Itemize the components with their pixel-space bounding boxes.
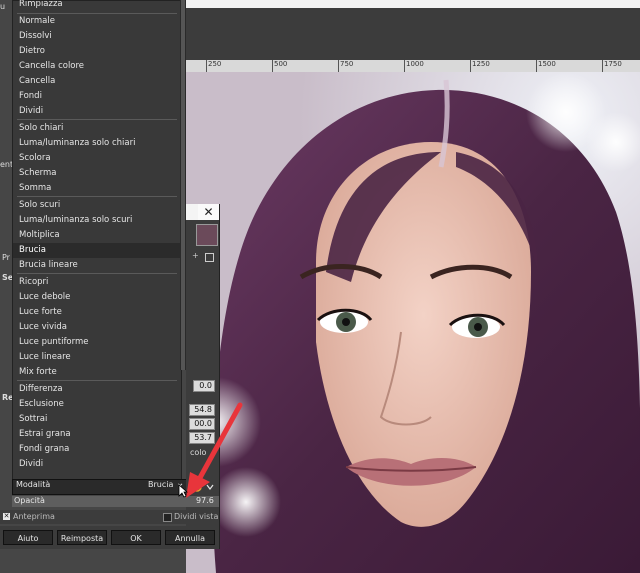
menu-item[interactable]: Dividi: [13, 457, 181, 472]
ruler-tick-label: 500: [274, 60, 288, 68]
menu-item[interactable]: Esclusione: [13, 397, 181, 412]
image-canvas[interactable]: [186, 72, 640, 573]
menu-separator: [17, 119, 177, 120]
numeric-field[interactable]: 0.0: [193, 380, 215, 392]
layer-thumbnail: [196, 224, 218, 246]
menu-item[interactable]: Luce puntiforme: [13, 335, 181, 350]
menu-item[interactable]: Estrai grana: [13, 427, 181, 442]
opacity-label: Opacità: [14, 496, 45, 505]
reset-button[interactable]: Reimposta: [57, 530, 107, 545]
menu-item[interactable]: Solo chiari: [13, 121, 181, 136]
ruler-tick-line: [404, 60, 405, 72]
menu-item[interactable]: Luce forte: [13, 305, 181, 320]
menu-item[interactable]: Luce lineare: [13, 350, 181, 365]
ruler-tick-label: 1750: [604, 60, 622, 68]
portrait-image: [186, 72, 640, 573]
ghost-label: u: [0, 2, 6, 11]
toolbar-strip: [186, 8, 640, 60]
split-view-checkbox[interactable]: [163, 513, 172, 522]
menu-item[interactable]: Mix forte: [13, 365, 181, 380]
ok-button[interactable]: OK: [111, 530, 161, 545]
menu-item[interactable]: Luce vivida: [13, 320, 181, 335]
menu-item[interactable]: Sottrai: [13, 412, 181, 427]
ruler-tick-label: 250: [208, 60, 222, 68]
menu-item[interactable]: Scherma: [13, 166, 181, 181]
menu-item[interactable]: Rimpiazza: [13, 0, 181, 12]
preview-label: Anteprima: [13, 512, 55, 521]
ruler-tick-line: [338, 60, 339, 72]
menu-item[interactable]: Dietro: [13, 44, 181, 59]
image-window-top: [186, 0, 640, 8]
menu-item[interactable]: Brucia lineare: [13, 258, 181, 273]
ruler-tick-line: [470, 60, 471, 72]
cancel-button[interactable]: Annulla: [165, 530, 215, 545]
menu-item[interactable]: Solo scuri: [13, 198, 181, 213]
plus-icon[interactable]: +: [192, 252, 200, 260]
menu-separator: [17, 273, 177, 274]
ruler-tick-line: [206, 60, 207, 72]
menu-item[interactable]: Ricopri: [13, 275, 181, 290]
layer-mode-icon[interactable]: [205, 253, 214, 262]
preview-checkbox[interactable]: ✕: [3, 513, 10, 520]
menu-item-selected[interactable]: Brucia: [13, 243, 181, 258]
annotation-arrow: [186, 402, 243, 498]
ruler-tick-label: 1500: [538, 60, 556, 68]
menu-item[interactable]: Fondi: [13, 89, 181, 104]
menu-item[interactable]: Dissolvi: [13, 29, 181, 44]
ghost-label: Pr: [2, 253, 10, 262]
menu-item[interactable]: Normale: [13, 14, 181, 29]
ruler-tick-line: [536, 60, 537, 72]
menu-item[interactable]: Fondi grana: [13, 442, 181, 457]
menu-item[interactable]: Luce debole: [13, 290, 181, 305]
menu-item[interactable]: Dividi: [13, 104, 181, 119]
close-icon[interactable]: ✕: [198, 204, 219, 220]
menu-item[interactable]: Cancella: [13, 74, 181, 89]
mode-value: Brucia: [148, 480, 174, 489]
ruler-tick-line: [602, 60, 603, 72]
menu-separator: [17, 380, 177, 381]
menu-item[interactable]: Scolora: [13, 151, 181, 166]
menu-item[interactable]: Somma: [13, 181, 181, 196]
ruler-tick-label: 1000: [406, 60, 424, 68]
mode-label: Modalità: [16, 480, 51, 489]
ruler-tick-line: [272, 60, 273, 72]
ruler-tick-label: 750: [340, 60, 354, 68]
ruler-tick-label: 1250: [472, 60, 490, 68]
menu-item[interactable]: Cancella colore: [13, 59, 181, 74]
help-button[interactable]: Aiuto: [3, 530, 53, 545]
split-view-label: Dividi vista: [174, 512, 219, 521]
menu-scrollbar-thumb[interactable]: [181, 0, 185, 370]
blend-mode-menu[interactable]: Rimpiazza Normale Dissolvi Dietro Cancel…: [12, 0, 182, 480]
menu-separator: [17, 196, 177, 197]
menu-item[interactable]: Luma/luminanza solo scuri: [13, 213, 181, 228]
menu-item[interactable]: Luma/luminanza solo chiari: [13, 136, 181, 151]
menu-item[interactable]: Differenza: [13, 382, 181, 397]
menu-item[interactable]: Moltiplica: [13, 228, 181, 243]
mouse-cursor-icon: [178, 484, 188, 498]
